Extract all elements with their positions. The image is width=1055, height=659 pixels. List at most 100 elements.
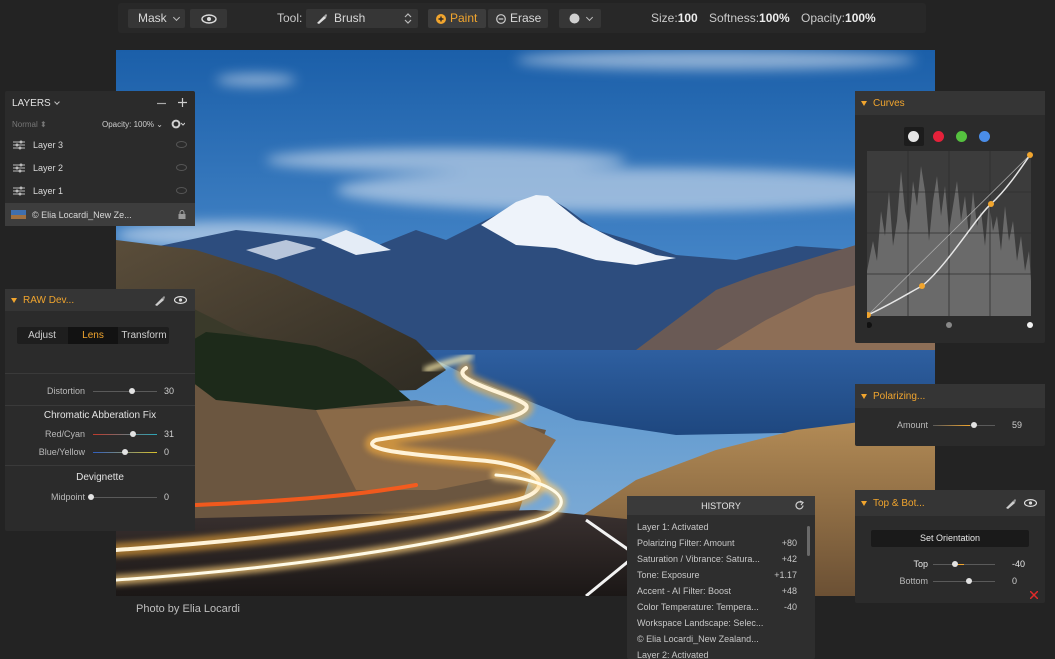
opacity-control[interactable]: Opacity:100%: [801, 9, 876, 28]
curve-channel-blue-button[interactable]: [979, 131, 990, 142]
history-item-label: Workspace Landscape: Selec...: [637, 618, 764, 628]
history-item[interactable]: Polarizing Filter: Amount +80: [637, 535, 797, 551]
gear-icon[interactable]: [171, 119, 185, 129]
set-orientation-button[interactable]: Set Orientation: [871, 530, 1029, 547]
curve-point[interactable]: [988, 201, 994, 207]
bottom-label: Bottom: [899, 576, 928, 586]
history-scrollbar[interactable]: [807, 526, 810, 556]
curves-graph[interactable]: [867, 151, 1033, 331]
history-item[interactable]: Workspace Landscape: Selec...: [637, 615, 797, 631]
curve-channel-rgb-button[interactable]: [904, 127, 924, 146]
erase-button[interactable]: Erase: [488, 9, 548, 28]
black-point-handle[interactable]: [867, 322, 872, 328]
red-cyan-slider-thumb[interactable]: [130, 431, 136, 437]
opacity-label: Opacity:: [801, 11, 846, 25]
collapse-icon: [11, 297, 17, 303]
eye-icon[interactable]: [176, 141, 187, 148]
paint-button[interactable]: Paint: [428, 9, 486, 28]
layer-item-layer-1[interactable]: Layer 1: [5, 179, 195, 202]
distortion-slider-thumb[interactable]: [129, 388, 135, 394]
tab-lens[interactable]: Lens: [68, 327, 118, 344]
midpoint-slider-thumb[interactable]: [88, 494, 94, 500]
midpoint-value: 0: [164, 492, 170, 502]
layer-item-layer-2[interactable]: Layer 2: [5, 156, 195, 179]
curves-header[interactable]: Curves: [855, 91, 1045, 115]
softness-control[interactable]: Softness:100%: [709, 9, 790, 28]
size-value: 100: [677, 11, 698, 25]
raw-develop-panel: RAW Dev... Adjust Lens Transform Distort…: [5, 289, 195, 531]
curve-channel-green-button[interactable]: [956, 131, 967, 142]
chevron-down-icon: [53, 99, 60, 105]
top-label: Top: [913, 559, 928, 569]
layers-title[interactable]: LAYERS: [12, 98, 60, 109]
updown-icon: [404, 13, 412, 24]
tab-transform[interactable]: Transform: [119, 327, 169, 344]
history-item[interactable]: Layer 2: Activated: [637, 647, 797, 659]
top-slider-thumb[interactable]: [952, 561, 958, 567]
divider: [5, 465, 195, 466]
curve-channel-red-button[interactable]: [933, 131, 944, 142]
brush-shape-dropdown[interactable]: [559, 9, 601, 28]
polarizing-header[interactable]: Polarizing...: [855, 384, 1045, 408]
top-bottom-panel: Top & Bot... Set Orientation Top -40 Bot…: [855, 490, 1045, 603]
brush-icon: [317, 14, 327, 24]
history-item-value: -40: [783, 602, 797, 612]
layer-opacity-label: Opacity:: [102, 120, 132, 129]
brush-icon[interactable]: [154, 294, 166, 306]
history-item[interactable]: Layer 1: Activated: [637, 519, 797, 535]
brush-label: Brush: [334, 11, 366, 25]
minus-icon[interactable]: [157, 99, 166, 108]
reset-icon[interactable]: [794, 500, 805, 511]
opacity-value: 100%: [845, 11, 876, 25]
history-item-label: Saturation / Vibrance: Satura...: [637, 554, 760, 564]
history-item[interactable]: Color Temperature: Tempera... -40: [637, 599, 797, 615]
layer-label: Layer 3: [33, 139, 64, 150]
midpoint-slider[interactable]: [93, 497, 157, 498]
distortion-slider[interactable]: [93, 391, 157, 392]
top-value: -40: [1012, 559, 1026, 569]
layer-item-base-image[interactable]: © Elia Locardi_New Ze...: [5, 203, 195, 226]
raw-develop-header[interactable]: RAW Dev...: [5, 289, 195, 311]
mask-visibility-button[interactable]: [190, 9, 227, 28]
amount-slider[interactable]: [933, 425, 995, 426]
red-cyan-slider[interactable]: [93, 434, 157, 435]
polarizing-title: Polarizing...: [873, 390, 926, 402]
white-point-handle[interactable]: [1027, 322, 1033, 328]
layer-opacity-control[interactable]: Opacity: 100% ⌄: [102, 120, 163, 129]
blue-yellow-slider-thumb[interactable]: [122, 449, 128, 455]
curve-point[interactable]: [1027, 152, 1033, 158]
midpoint-handle[interactable]: [946, 322, 952, 328]
polarizing-panel: Polarizing... Amount 59: [855, 384, 1045, 446]
history-item[interactable]: Saturation / Vibrance: Satura... +42: [637, 551, 797, 567]
plus-icon[interactable]: [178, 98, 187, 107]
tab-adjust[interactable]: Adjust: [17, 327, 67, 344]
brush-icon[interactable]: [1005, 497, 1017, 509]
layer-item-layer-3[interactable]: Layer 3: [5, 133, 195, 156]
amount-label: Amount: [896, 420, 928, 430]
size-control[interactable]: Size:100: [651, 9, 698, 28]
mask-dropdown[interactable]: Mask: [128, 9, 185, 28]
top-slider[interactable]: [933, 564, 995, 565]
history-item[interactable]: © Elia Locardi_New Zealand...: [637, 631, 797, 647]
eye-icon[interactable]: [1024, 499, 1037, 507]
layer-label: © Elia Locardi_New Ze...: [32, 209, 132, 220]
amount-slider-thumb[interactable]: [971, 422, 977, 428]
eye-icon[interactable]: [176, 164, 187, 171]
curve-point[interactable]: [919, 283, 925, 289]
bottom-value: 0: [1012, 576, 1018, 586]
layer-opacity-value: 100%: [133, 120, 155, 129]
top-bottom-header[interactable]: Top & Bot...: [855, 490, 1045, 516]
bottom-slider-thumb[interactable]: [966, 578, 972, 584]
size-label: Size:: [651, 11, 678, 25]
close-icon[interactable]: [1030, 591, 1038, 599]
history-item[interactable]: Tone: Exposure +1.17: [637, 567, 797, 583]
eye-icon[interactable]: [174, 296, 187, 304]
divider: [5, 405, 195, 406]
tool-select[interactable]: Brush: [306, 9, 418, 28]
blend-mode-select[interactable]: Normal ⬍: [12, 120, 47, 129]
bottom-slider[interactable]: [933, 581, 995, 582]
history-item[interactable]: Accent - AI Filter: Boost +48: [637, 583, 797, 599]
eye-icon[interactable]: [176, 187, 187, 194]
circle-brush-icon: [569, 13, 580, 24]
history-item-label: Polarizing Filter: Amount: [637, 538, 735, 548]
